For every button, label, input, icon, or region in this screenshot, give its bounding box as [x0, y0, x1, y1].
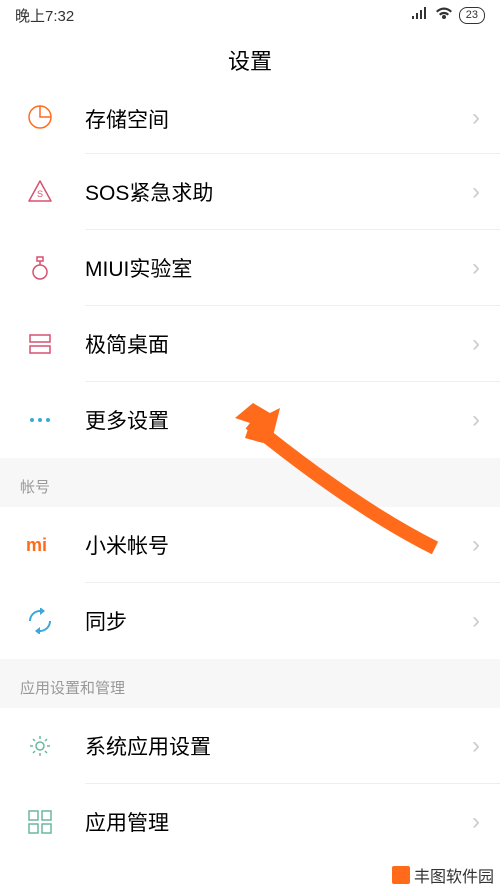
watermark-text: 丰图软件园 [414, 863, 494, 887]
item-mi-account[interactable]: mi 小米帐号 › [0, 507, 500, 583]
chevron-right-icon: › [472, 178, 480, 206]
item-more-settings[interactable]: 更多设置 › [0, 382, 500, 458]
item-sync[interactable]: 同步 › [0, 583, 500, 659]
more-icon [20, 416, 60, 424]
item-label: 更多设置 [85, 405, 472, 435]
item-label: 极简桌面 [85, 329, 472, 359]
item-label: 小米帐号 [85, 530, 472, 560]
svg-text:mi: mi [26, 535, 47, 555]
status-time: 晚上7:32 [15, 5, 74, 26]
chevron-right-icon: › [472, 607, 480, 635]
chevron-right-icon: › [472, 254, 480, 282]
section-apps: 应用设置和管理 [0, 659, 500, 708]
item-label: 同步 [85, 606, 472, 636]
chevron-right-icon: › [472, 330, 480, 358]
simple-desktop-icon [20, 331, 60, 357]
sync-icon [20, 608, 60, 634]
apps-list: 系统应用设置 › 应用管理 › [0, 708, 500, 860]
grid-icon [20, 809, 60, 835]
status-right: 23 [411, 7, 485, 24]
battery-icon: 23 [459, 7, 485, 24]
item-label: MIUI实验室 [85, 253, 472, 283]
sos-icon: S [20, 179, 60, 205]
item-simple-desktop[interactable]: 极简桌面 › [0, 306, 500, 382]
chevron-right-icon: › [472, 808, 480, 836]
chevron-right-icon: › [472, 531, 480, 559]
item-storage[interactable]: 存储空间 › [0, 98, 500, 154]
page-title: 设置 [0, 30, 500, 98]
mi-icon: mi [20, 535, 60, 555]
item-sos[interactable]: S SOS紧急求助 › [0, 154, 500, 230]
storage-icon [20, 104, 60, 130]
item-lab[interactable]: MIUI实验室 › [0, 230, 500, 306]
watermark-logo-icon [392, 866, 410, 884]
item-system-apps[interactable]: 系统应用设置 › [0, 708, 500, 784]
signal-icon [411, 7, 429, 24]
item-label: 应用管理 [85, 807, 472, 837]
wifi-icon [435, 7, 453, 24]
watermark: 丰图软件园 [386, 861, 500, 889]
item-app-management[interactable]: 应用管理 › [0, 784, 500, 860]
item-label: 存储空间 [85, 104, 472, 134]
gear-icon [20, 733, 60, 759]
settings-list: 存储空间 › S SOS紧急求助 › MIUI实验室 › 极简桌面 › 更多设置… [0, 98, 500, 458]
lab-icon [20, 255, 60, 281]
chevron-right-icon: › [472, 104, 480, 132]
chevron-right-icon: › [472, 732, 480, 760]
account-list: mi 小米帐号 › 同步 › [0, 507, 500, 659]
status-bar: 晚上7:32 23 [0, 0, 500, 30]
item-label: SOS紧急求助 [85, 177, 472, 207]
section-account: 帐号 [0, 458, 500, 507]
chevron-right-icon: › [472, 406, 480, 434]
item-label: 系统应用设置 [85, 731, 472, 761]
svg-text:S: S [37, 189, 43, 199]
